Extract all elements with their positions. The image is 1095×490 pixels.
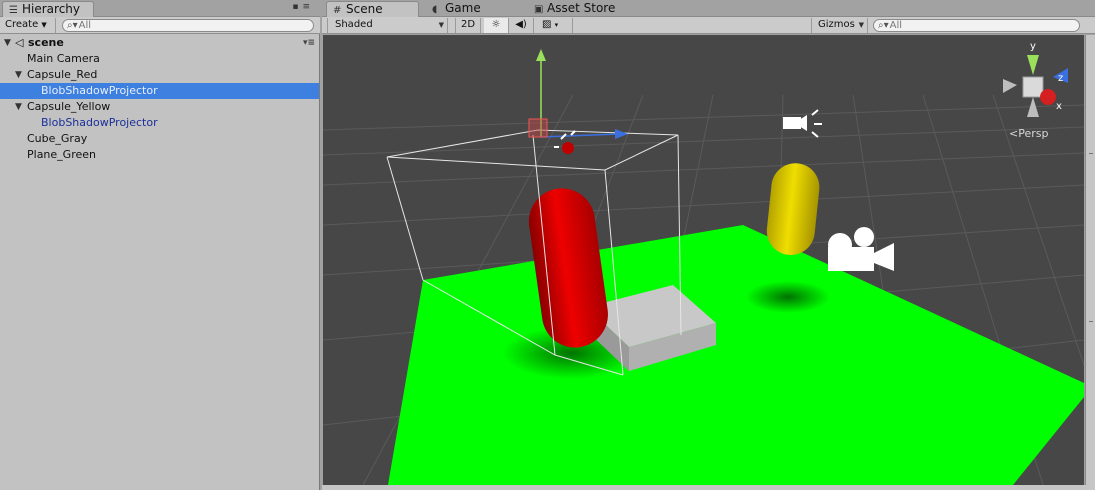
tab-hierarchy[interactable]: ☰ Hierarchy xyxy=(2,1,94,17)
chevron-down-icon: ▼ xyxy=(858,21,864,29)
list-icon: ☰ xyxy=(9,5,18,16)
hierarchy-item-blob-shadow-yellow[interactable]: BlobShadowProjector xyxy=(0,115,319,131)
scene-search-input[interactable]: ⌕▾All xyxy=(873,19,1080,32)
inspector-edge xyxy=(1085,35,1095,490)
scene-bottom-edge xyxy=(322,485,1095,490)
chevron-down-icon: ▼ xyxy=(41,21,47,29)
orientation-gizmo[interactable]: y z x xyxy=(1003,41,1068,117)
scene-root[interactable]: ▼ ◁ scene ▾≡ xyxy=(0,35,319,51)
grid-icon: # xyxy=(333,5,342,16)
gizmo-z-label: z xyxy=(1058,73,1063,84)
speaker-icon: ◀) xyxy=(515,19,527,30)
tab-scene[interactable]: # Scene xyxy=(326,1,419,17)
projection-toggle[interactable]: <Persp xyxy=(1009,127,1048,140)
sun-icon: ☼ xyxy=(491,19,501,30)
scene-toolbar: Shaded ▼ 2D ☼ ◀) ▨ ▾ Gizmos ▼ ⌕▾All xyxy=(322,17,1095,34)
chevron-down-icon: ▾ xyxy=(554,21,559,29)
lock-icon[interactable]: ▪ xyxy=(292,2,302,12)
hierarchy-item-main-camera[interactable]: Main Camera xyxy=(0,51,319,67)
scene-tabbar: # Scene ◖ Game ▣ Asset Store xyxy=(322,0,1095,17)
hierarchy-toolbar: Create ▼ ⌕▾All xyxy=(0,17,320,34)
tab-asset-store[interactable]: ▣ Asset Store xyxy=(528,1,628,17)
shading-mode-dropdown[interactable]: Shaded ▼ xyxy=(327,18,448,33)
panel-menu[interactable]: ▪≡ xyxy=(292,2,314,12)
unity-scene-icon: ◁ xyxy=(15,36,24,49)
yellow-capsule-shadow xyxy=(746,281,830,313)
scene-options-icon[interactable]: ▾≡ xyxy=(303,35,315,51)
hierarchy-item-cube-gray[interactable]: Cube_Gray xyxy=(0,131,319,147)
effects-toggle[interactable]: ▨ ▾ xyxy=(537,18,573,33)
tab-game[interactable]: ◖ Game xyxy=(426,1,496,17)
camera-icon[interactable] xyxy=(828,227,894,271)
hierarchy-item-blob-shadow-red[interactable]: BlobShadowProjector xyxy=(0,83,319,99)
panel-options-icon[interactable]: ≡ xyxy=(302,2,314,12)
gizmo-y-label: y xyxy=(1030,41,1036,52)
expand-triangle-icon[interactable]: ▼ xyxy=(15,99,22,115)
create-dropdown[interactable]: Create ▼ xyxy=(0,18,56,33)
search-icon: ⌕▾ xyxy=(67,20,78,31)
scene-render[interactable]: y z x xyxy=(323,35,1084,485)
hierarchy-panel: ☰ Hierarchy ▪≡ Create ▼ ⌕▾All ▼ ◁ scene ▾… xyxy=(0,0,320,490)
2d-toggle[interactable]: 2D xyxy=(455,18,481,33)
hierarchy-item-plane-green[interactable]: Plane_Green xyxy=(0,147,319,163)
move-gizmo[interactable] xyxy=(528,49,628,154)
expand-triangle-icon[interactable]: ▼ xyxy=(4,35,11,51)
pacman-icon: ◖ xyxy=(432,4,438,15)
gizmo-x-label: x xyxy=(1056,101,1062,112)
hierarchy-tabbar: ☰ Hierarchy ▪≡ xyxy=(0,0,320,17)
scene-panel: # Scene ◖ Game ▣ Asset Store Shaded ▼ 2D ☼ … xyxy=(322,0,1095,490)
perspective-icon: < xyxy=(1009,127,1019,140)
image-icon: ▨ xyxy=(542,19,552,30)
expand-triangle-icon[interactable]: ▼ xyxy=(15,67,22,83)
scene-viewport[interactable]: y z x <Persp xyxy=(323,35,1084,485)
scene-lighting-toggle[interactable]: ☼ xyxy=(484,18,509,33)
hierarchy-item-capsule-red[interactable]: ▼ Capsule_Red xyxy=(0,67,319,83)
hierarchy-search-input[interactable]: ⌕▾All xyxy=(62,19,314,32)
audio-toggle[interactable]: ◀) xyxy=(509,18,534,33)
hierarchy-tree: ▼ ◁ scene ▾≡ Main Camera ▼ Capsule_Red B… xyxy=(0,35,319,163)
gizmos-dropdown[interactable]: Gizmos ▼ xyxy=(811,18,868,33)
shopping-bag-icon: ▣ xyxy=(534,4,544,15)
chevron-down-icon: ▼ xyxy=(438,21,444,29)
hierarchy-item-capsule-yellow[interactable]: ▼ Capsule_Yellow xyxy=(0,99,319,115)
search-icon: ⌕▾ xyxy=(878,20,889,31)
